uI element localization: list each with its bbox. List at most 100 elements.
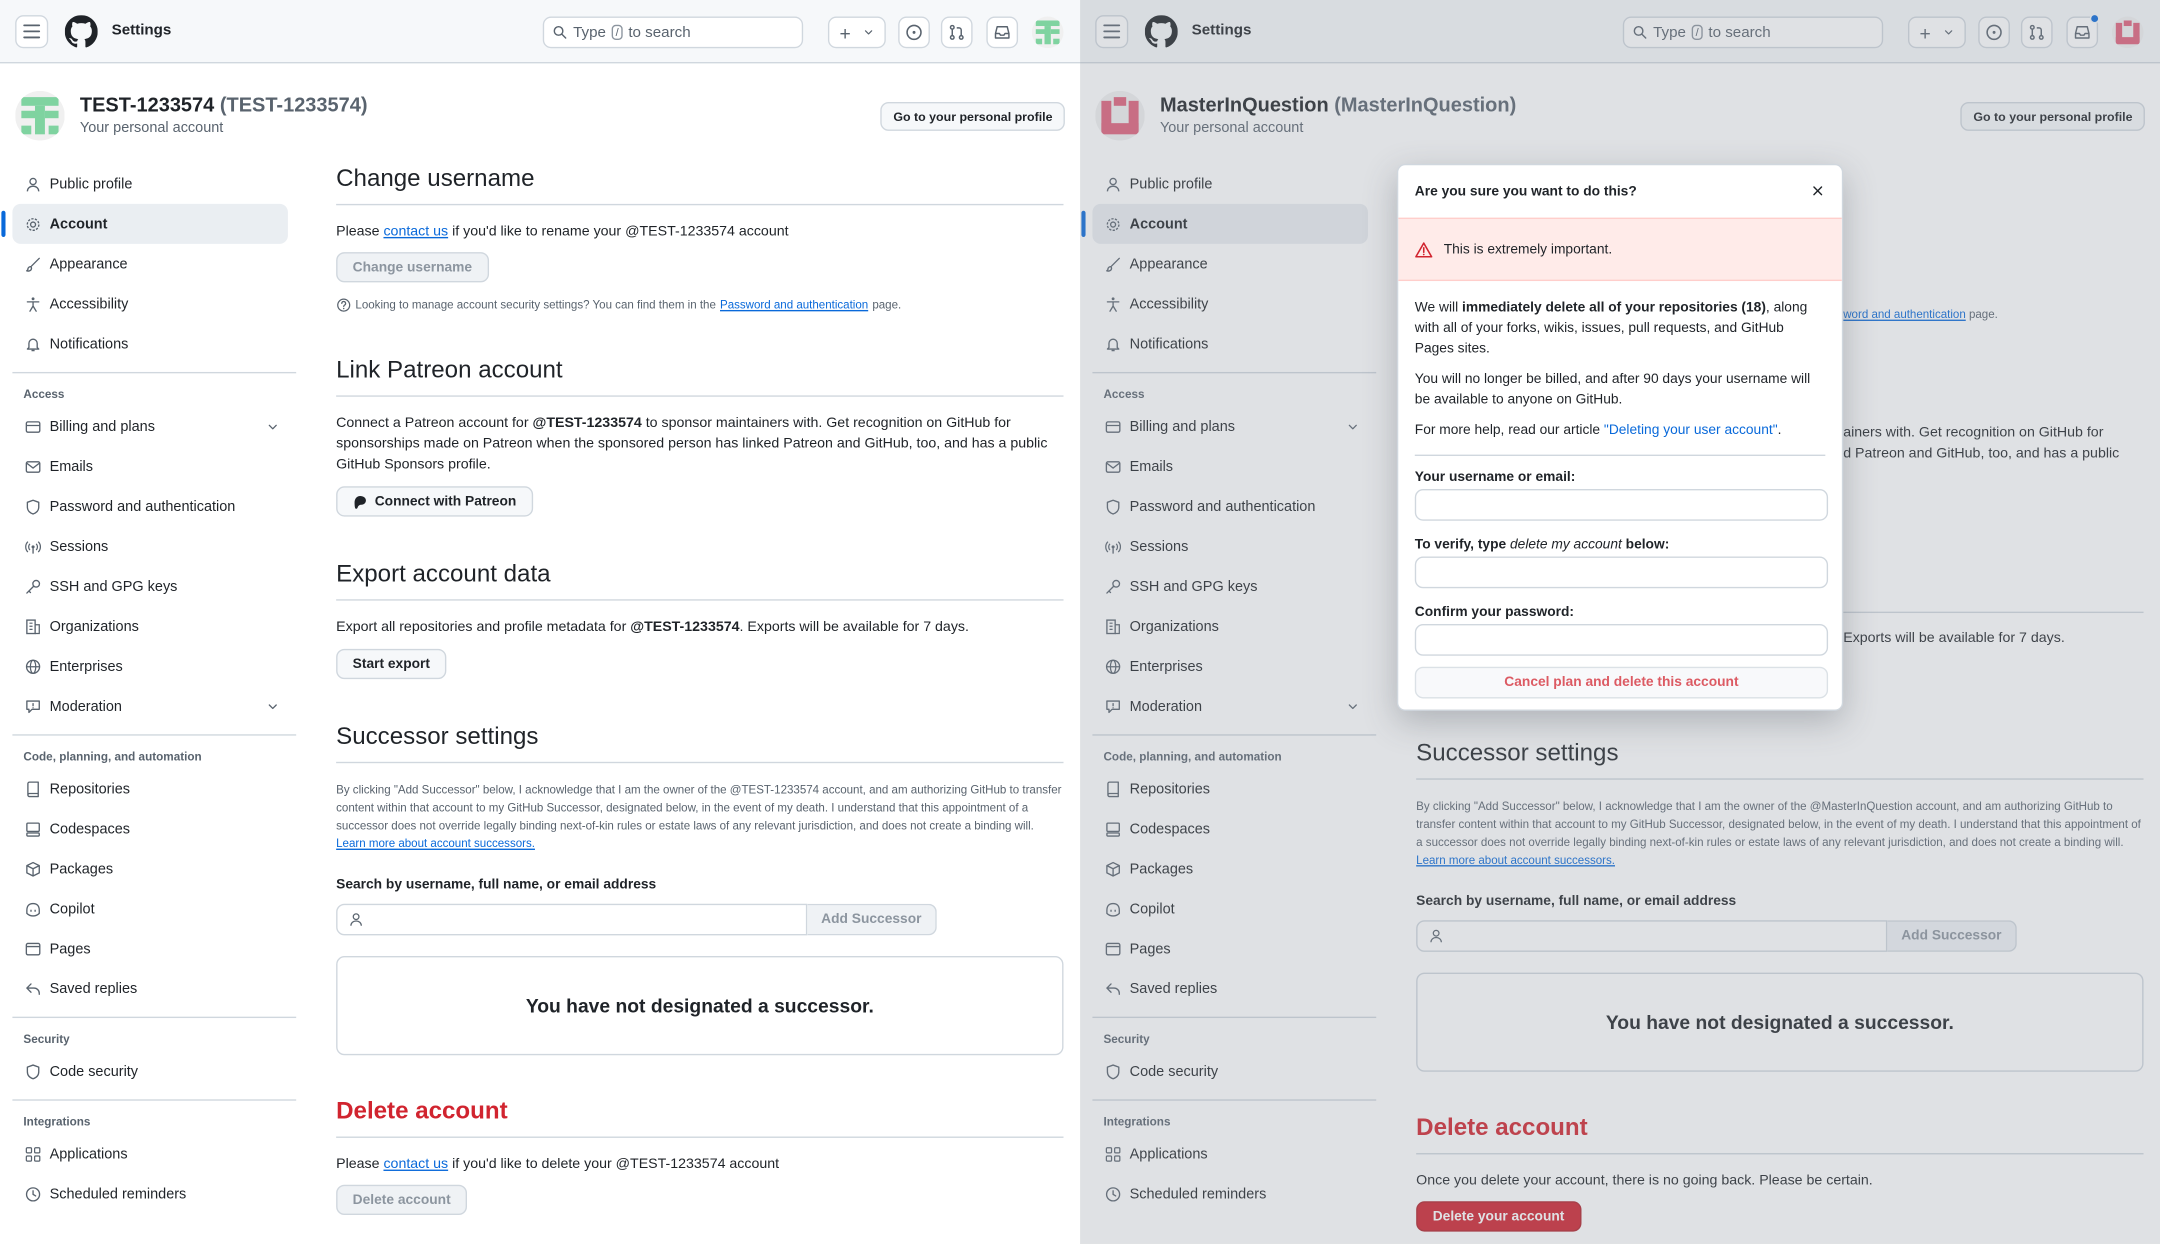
confirm-password-input[interactable] (1414, 624, 1829, 656)
sidebar-item-copilot[interactable]: Copilot (12, 889, 296, 929)
dialog-body: We will immediately delete all of your r… (1398, 281, 1842, 699)
sidebar-item-label: Code security (49, 1062, 139, 1080)
sidebar-item-public-profile[interactable]: Public profile (12, 164, 296, 204)
verify-label-a: To verify, type (1414, 537, 1507, 553)
successor-learn-more-link[interactable]: Learn more about account successors. (336, 836, 535, 850)
top-header: Settings Type / to search + (0, 0, 1081, 64)
patreon-username: @TEST-1233574 (532, 416, 642, 432)
dialog-title: Are you sure you want to do this? (1414, 183, 1637, 200)
profile-avatar (15, 91, 65, 141)
accessibility-icon (25, 295, 42, 312)
dialog-para-1: We will immediately delete all of your r… (1415, 298, 1826, 360)
pull-requests-button[interactable] (940, 16, 973, 49)
successor-search-input[interactable] (336, 903, 808, 936)
delete-account-text: Please contact us if you'd like to delet… (336, 1154, 1063, 1175)
sidebar-item-label: Emails (49, 458, 94, 475)
settings-sidebar: Public profile Account Appearance Access… (1, 164, 297, 1214)
key-icon (25, 578, 42, 595)
account-name: TEST-1233574 (TEST-1233574) (80, 95, 368, 117)
issues-button[interactable] (898, 16, 930, 49)
para-1-b: immediately delete all of your repositor… (1461, 300, 1766, 316)
broadcast-icon (25, 538, 42, 555)
verify-label-phrase: delete my account (1510, 537, 1622, 553)
sidebar-item-notifications[interactable]: Notifications (12, 324, 296, 364)
report-icon (25, 698, 42, 715)
search-shortcut-key: / (611, 24, 623, 40)
menu-button[interactable] (15, 15, 49, 49)
close-icon[interactable] (1810, 183, 1825, 198)
verify-label-b: below: (1625, 537, 1670, 553)
dialog-para-2: You will no longer be billed, and after … (1414, 371, 1811, 408)
sidebar-item-label: Saved replies (49, 980, 138, 997)
change-username-button[interactable]: Change username (336, 252, 489, 283)
patreon-text: Connect a Patreon account for @TEST-1233… (336, 413, 1063, 475)
contact-us-link[interactable]: contact us (383, 1157, 448, 1172)
repo-icon (25, 780, 42, 797)
sidebar-item-account[interactable]: Account (1, 203, 288, 244)
delete-account-button[interactable]: Delete account (336, 1184, 468, 1216)
add-successor-button[interactable]: Add Successor (807, 903, 937, 936)
sidebar-item-label: Packages (49, 860, 114, 877)
chevron-down-icon[interactable] (266, 420, 280, 434)
sidebar-item-applications[interactable]: Applications (12, 1134, 296, 1174)
apps-icon (25, 1145, 42, 1162)
deleting-account-article-link[interactable]: "Deleting your user account" (1604, 423, 1778, 438)
dialog-divider (1414, 454, 1826, 456)
password-auth-link[interactable]: Password and authentication (720, 296, 868, 314)
sidebar-item-ssh-keys[interactable]: SSH and GPG keys (12, 566, 296, 606)
note-end: page. (872, 297, 902, 312)
contact-us-link[interactable]: contact us (383, 225, 448, 240)
dialog-header: Are you sure you want to do this? (1398, 165, 1842, 217)
successor-empty-state: You have not designated a successor. (336, 956, 1064, 1056)
search-input[interactable]: Type / to search (542, 16, 804, 49)
shield-lock-icon (25, 498, 42, 515)
patreon-heading: Link Patreon account (336, 355, 1064, 397)
sidebar-item-label: SSH and GPG keys (49, 577, 178, 595)
sidebar-item-enterprises[interactable]: Enterprises (12, 646, 296, 686)
username-email-input[interactable] (1414, 489, 1829, 521)
settings-main: Change username Please contact us if you… (336, 164, 1064, 1216)
sidebar-item-code-security[interactable]: Code security (12, 1051, 296, 1091)
package-icon (25, 860, 42, 877)
patreon-icon (353, 494, 368, 509)
chevron-down-icon[interactable] (266, 700, 280, 714)
sidebar-item-repositories[interactable]: Repositories (12, 769, 296, 809)
sidebar-item-label: Applications (49, 1145, 128, 1163)
successor-text: By clicking "Add Successor" below, I ack… (336, 781, 1063, 853)
sidebar-item-moderation[interactable]: Moderation (12, 686, 296, 726)
create-new-button[interactable]: + (827, 16, 886, 49)
github-logo-icon[interactable] (65, 15, 98, 48)
delete-confirm-dialog: Are you sure you want to do this? This i… (1396, 163, 1844, 711)
sidebar-item-codespaces[interactable]: Codespaces (12, 809, 296, 849)
sidebar-item-sessions[interactable]: Sessions (12, 526, 296, 566)
sidebar-item-scheduled-reminders[interactable]: Scheduled reminders (12, 1174, 296, 1214)
verify-phrase-input[interactable] (1414, 556, 1829, 589)
sidebar-item-password[interactable]: Password and authentication (12, 486, 296, 526)
sidebar-item-label: Scheduled reminders (49, 1185, 187, 1202)
hamburger-icon (22, 22, 41, 41)
sidebar-item-saved-replies[interactable]: Saved replies (12, 968, 296, 1008)
sidebar-item-pages[interactable]: Pages (12, 929, 296, 969)
verify-label: To verify, type delete my account below: (1415, 537, 1826, 552)
sidebar-item-organizations[interactable]: Organizations (12, 606, 296, 646)
sidebar-item-billing[interactable]: Billing and plans (12, 406, 296, 446)
pull-request-icon (948, 23, 966, 41)
export-text-a: Export all repositories and profile meta… (336, 619, 627, 636)
sidebar-item-accessibility[interactable]: Accessibility (12, 284, 296, 324)
sidebar-item-appearance[interactable]: Appearance (12, 244, 296, 284)
inbox-button[interactable] (986, 16, 1019, 49)
sidebar-item-emails[interactable]: Emails (12, 446, 296, 486)
go-to-profile-button[interactable]: Go to your personal profile (880, 101, 1065, 131)
connect-patreon-button[interactable]: Connect with Patreon (336, 486, 533, 517)
search-placeholder-type: Type (573, 24, 606, 41)
reply-icon (25, 980, 42, 997)
start-export-button[interactable]: Start export (336, 648, 447, 680)
change-username-text: Please contact us if you'd like to renam… (336, 222, 1063, 243)
sidebar-item-packages[interactable]: Packages (12, 849, 296, 889)
plus-icon: + (839, 21, 851, 44)
user-avatar[interactable] (1032, 17, 1064, 49)
para-3-a: For more help, read our article (1414, 422, 1601, 439)
sidebar-item-label: Enterprises (49, 657, 123, 675)
cancel-plan-delete-button[interactable]: Cancel plan and delete this account (1414, 666, 1829, 699)
text-please: Please (336, 224, 380, 240)
